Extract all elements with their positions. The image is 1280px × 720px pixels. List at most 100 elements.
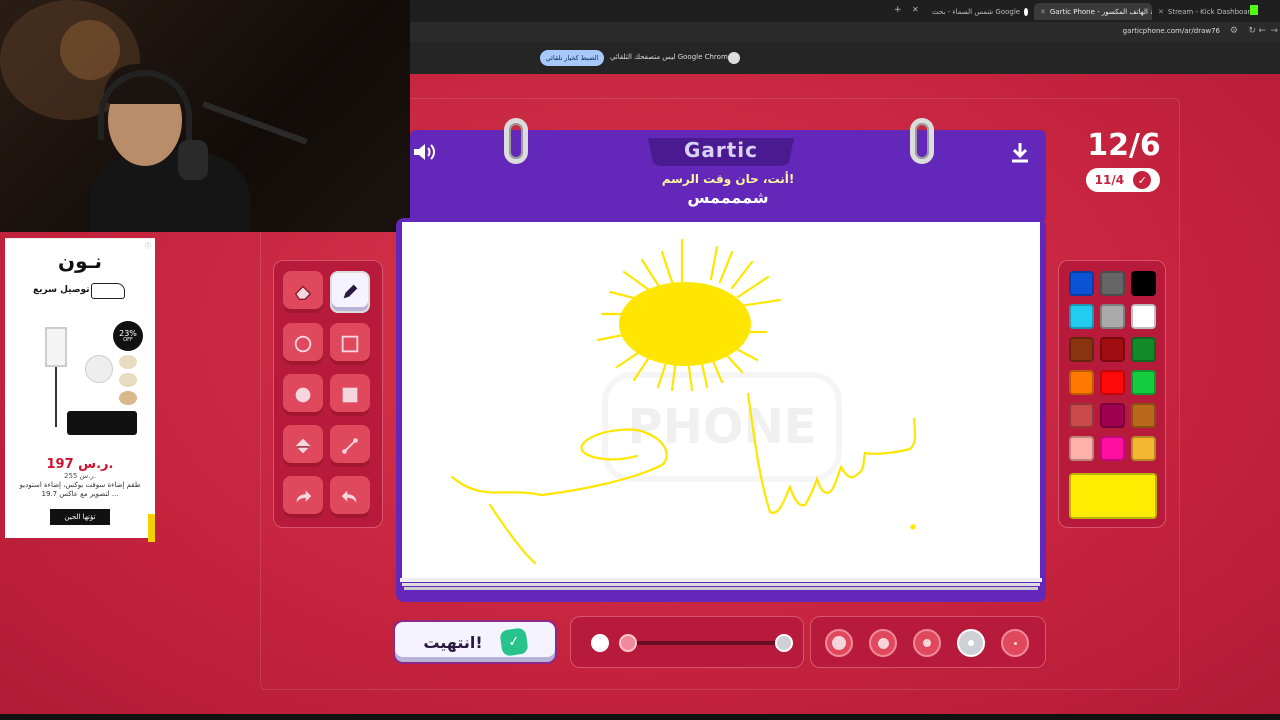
diffuser-thumbnails: [119, 355, 137, 407]
circle-outline-icon: [294, 335, 312, 353]
color-swatch[interactable]: [1069, 370, 1094, 395]
ad-description: طقم إضاءة سوفت بوكس، إضاءة استوديو لتصوي…: [19, 481, 141, 498]
redo-icon: [296, 490, 312, 503]
turn-counter: 12/6: [1087, 128, 1161, 163]
set-default-button[interactable]: الضبط كخيار تلقائي: [540, 50, 604, 66]
reload-icon[interactable]: ↻: [1248, 26, 1256, 36]
square-filled-icon: [342, 387, 358, 403]
scribble-tail: [488, 503, 537, 565]
close-tab-icon[interactable]: ✕: [1158, 8, 1164, 16]
circle-filled-tool[interactable]: [283, 374, 323, 416]
color-swatch[interactable]: [1069, 403, 1094, 428]
color-swatch[interactable]: [1131, 304, 1156, 329]
kick-icon: [1250, 5, 1258, 15]
color-swatch[interactable]: [1069, 337, 1094, 362]
pencil-icon: [343, 284, 358, 299]
binder-ring-left: [504, 118, 528, 164]
check-icon: ✓: [498, 627, 529, 657]
taskbar-strip: [0, 714, 1280, 720]
new-tab-icon[interactable]: +: [894, 5, 902, 15]
browser-tab-bar: + ✕ شمس السماء - بحث Google ✕ Gartic Pho…: [410, 0, 1280, 22]
color-swatch[interactable]: [1100, 403, 1125, 428]
back-icon[interactable]: ←: [1258, 26, 1266, 36]
eraser-tool[interactable]: [283, 271, 323, 313]
square-filled-tool[interactable]: [330, 374, 370, 416]
color-palette: [1058, 260, 1166, 528]
color-swatch[interactable]: [1100, 304, 1125, 329]
gartic-logo: Gartic: [683, 138, 759, 162]
tab-gartic-phone[interactable]: ✕ Gartic Phone - لعبة الهاتف المكسور: [1034, 3, 1152, 20]
opacity-slider-track[interactable]: [627, 641, 785, 645]
bucket-icon: [295, 438, 311, 454]
color-swatch[interactable]: [1100, 370, 1125, 395]
tune-icon[interactable]: ⚙: [1230, 26, 1238, 36]
circle-outline-tool[interactable]: [283, 323, 323, 365]
square-outline-icon: [341, 335, 359, 353]
address-bar: garticphone.com/ar/draw76 ⚙ ↻ ← →: [410, 22, 1280, 42]
ad-price: 197 ر.س.: [46, 457, 114, 472]
tab-close-icon[interactable]: ✕: [912, 5, 919, 14]
eraser-icon: [294, 285, 312, 301]
tool-panel: [273, 260, 383, 528]
paper-stack: [400, 578, 1042, 590]
binder-ring-right: [910, 118, 934, 164]
advertisement[interactable]: نـون توصيل سريع 23% OFF 197 ر.س. 255 ر.س…: [5, 238, 155, 542]
redo-tool[interactable]: [283, 476, 323, 518]
noon-logo: نـون: [58, 249, 102, 273]
opacity-min-dot: [591, 634, 609, 652]
download-icon[interactable]: [1008, 140, 1032, 164]
color-swatch[interactable]: [1069, 271, 1094, 296]
prompt-label: أنت، حان وقت الرسم!: [661, 172, 795, 186]
arabic-word-stroke: [746, 392, 917, 514]
microphone: [178, 140, 208, 180]
speaker-icon[interactable]: [412, 142, 436, 162]
pencil-tool[interactable]: [330, 271, 370, 313]
light-stand-image: [55, 367, 57, 427]
done-button[interactable]: انتهيت! ✓: [393, 620, 557, 664]
person-shirt: [90, 150, 250, 232]
default-browser-infobar: Google Chrome ليس متصفحك التلقائي الضبط …: [410, 42, 1280, 74]
color-swatch[interactable]: [1131, 436, 1156, 461]
color-swatch[interactable]: [1131, 271, 1156, 296]
brush-size-s[interactable]: [957, 629, 985, 657]
brush-size-l[interactable]: [869, 629, 897, 657]
color-swatch[interactable]: [1131, 370, 1156, 395]
ad-tagline: توصيل سريع: [33, 285, 90, 295]
brush-size-m[interactable]: [913, 629, 941, 657]
webcam-overlay: [0, 0, 410, 232]
tab-kick-dashboard[interactable]: ✕ Stream - Kick Dashboard: [1152, 3, 1260, 20]
square-outline-tool[interactable]: [330, 323, 370, 365]
shop-now-button[interactable]: تؤتها الحين: [50, 509, 110, 525]
mic-arm: [202, 101, 308, 145]
discount-badge: 23% OFF: [113, 321, 143, 351]
tab-google-search[interactable]: شمس السماء - بحث Google: [926, 3, 1034, 20]
drawing-strokes: [450, 238, 917, 565]
brush-size-xl[interactable]: [825, 629, 853, 657]
color-swatch[interactable]: [1131, 403, 1156, 428]
opacity-panel: [570, 616, 804, 668]
color-swatch[interactable]: [1100, 337, 1125, 362]
undo-tool[interactable]: [330, 476, 370, 518]
circle-filled-icon: [295, 387, 311, 403]
color-swatch[interactable]: [1069, 304, 1094, 329]
opacity-max-dot: [775, 634, 793, 652]
forward-icon[interactable]: →: [1270, 26, 1278, 36]
fill-tool[interactable]: [283, 425, 323, 467]
check-icon: ✓: [1133, 171, 1152, 189]
ad-choices-icon[interactable]: ⓘ: [145, 241, 151, 250]
prompt-word: شممممس: [687, 188, 769, 207]
close-tab-icon[interactable]: ✕: [1040, 8, 1046, 16]
color-swatch[interactable]: [1100, 271, 1125, 296]
infobar-text: Google Chrome ليس متصفحك التلقائي: [610, 53, 733, 61]
color-swatch[interactable]: [1069, 436, 1094, 461]
undo-icon: [341, 490, 357, 503]
line-tool[interactable]: [330, 425, 370, 467]
google-icon: [1024, 7, 1028, 16]
softbox-image: [45, 327, 67, 367]
brush-size-xs[interactable]: [1001, 629, 1029, 657]
color-swatch[interactable]: [1131, 337, 1156, 362]
opacity-slider-thumb[interactable]: [619, 634, 637, 652]
url-field[interactable]: garticphone.com/ar/draw76: [1123, 27, 1220, 35]
color-swatch[interactable]: [1100, 436, 1125, 461]
drawing-canvas[interactable]: PHONE: [402, 222, 1040, 578]
